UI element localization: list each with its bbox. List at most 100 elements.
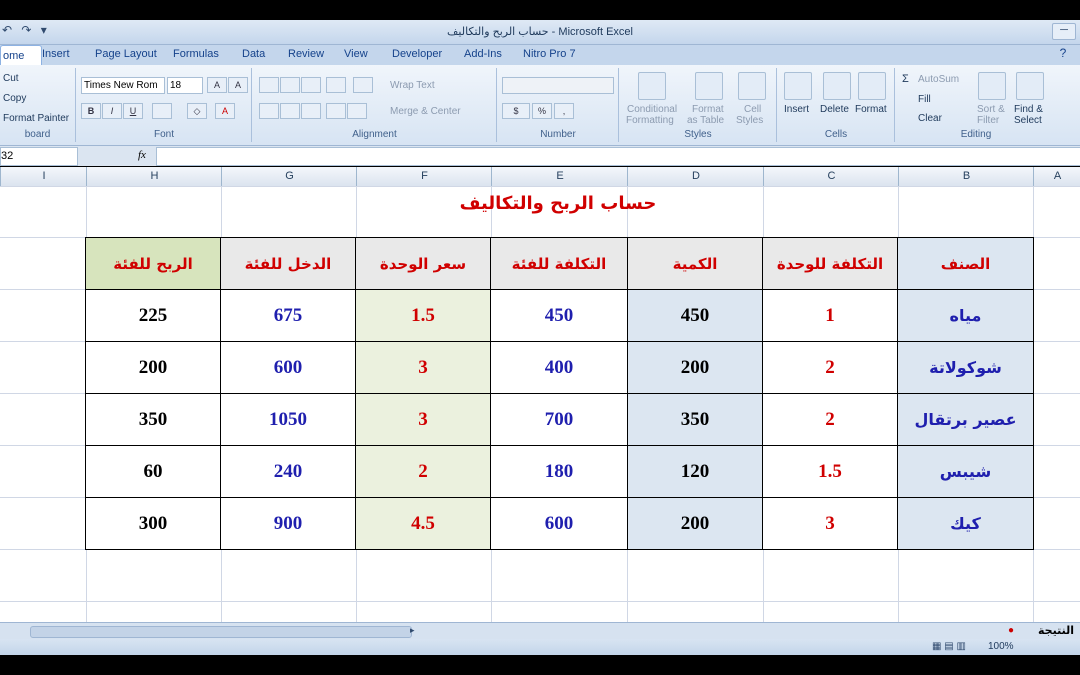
cell-quantity[interactable]: 200 <box>627 341 763 394</box>
autosum-button[interactable]: AutoSum <box>918 74 959 85</box>
wrap-text-button[interactable]: Wrap Text <box>390 80 435 91</box>
fill-color-icon[interactable]: ◇ <box>187 103 207 119</box>
header-item[interactable]: الصنف <box>897 237 1034 290</box>
conditional-formatting-icon[interactable] <box>638 72 666 100</box>
scroll-right-icon[interactable]: ▸ <box>410 625 415 636</box>
comma-icon[interactable]: , <box>554 103 574 119</box>
tab-developer[interactable]: Developer <box>392 48 442 60</box>
currency-icon[interactable]: $ <box>502 103 530 119</box>
underline-icon[interactable]: U <box>123 103 143 119</box>
cell-quantity[interactable]: 450 <box>627 289 763 342</box>
shrink-font-icon[interactable]: A <box>228 77 248 93</box>
delete-cells-icon[interactable] <box>823 72 851 100</box>
cell-item[interactable]: مياه <box>897 289 1034 342</box>
cell-styles-icon[interactable] <box>738 72 766 100</box>
cell-income[interactable]: 1050 <box>220 393 356 446</box>
column-header-g[interactable]: G <box>221 167 357 186</box>
cell-unit-cost[interactable]: 1 <box>762 289 898 342</box>
percent-icon[interactable]: % <box>532 103 552 119</box>
cell-unit-price[interactable]: 4.5 <box>355 497 491 550</box>
cell-profit[interactable]: 200 <box>85 341 221 394</box>
cell-profit[interactable]: 350 <box>85 393 221 446</box>
tab-page-layout[interactable]: Page Layout <box>95 48 157 60</box>
help-icon[interactable]: ? <box>1052 46 1074 63</box>
insert-cells-icon[interactable] <box>784 72 812 100</box>
cell-item[interactable]: شيبس <box>897 445 1034 498</box>
sort-filter-label[interactable]: Sort & <box>977 104 1005 115</box>
sort-filter-icon[interactable] <box>978 72 1006 100</box>
tab-data[interactable]: Data <box>242 48 265 60</box>
orientation-icon[interactable] <box>326 77 346 93</box>
copy-button[interactable]: Copy <box>3 93 26 104</box>
insert-cells-button[interactable]: Insert <box>784 104 809 115</box>
cell-quantity[interactable]: 350 <box>627 393 763 446</box>
find-select-icon[interactable] <box>1016 72 1044 100</box>
minimize-button[interactable]: ─ <box>1052 23 1076 40</box>
cell-quantity[interactable]: 120 <box>627 445 763 498</box>
font-size-select[interactable]: 18 <box>167 77 203 94</box>
view-buttons-icon[interactable]: ▦ ▤ ▥ <box>932 641 966 652</box>
sort-filter-label2[interactable]: Filter <box>977 115 999 126</box>
header-category-cost[interactable]: التكلفة للفئة <box>490 237 628 290</box>
cell-unit-price[interactable]: 2 <box>355 445 491 498</box>
cell-unit-price[interactable]: 1.5 <box>355 289 491 342</box>
horizontal-scrollbar[interactable] <box>30 626 412 638</box>
column-header-i[interactable]: I <box>0 167 87 186</box>
cell-income[interactable]: 675 <box>220 289 356 342</box>
align-center-icon[interactable] <box>280 103 300 119</box>
tab-view[interactable]: View <box>344 48 368 60</box>
format-cells-icon[interactable] <box>858 72 886 100</box>
header-quantity[interactable]: الكمية <box>627 237 763 290</box>
format-as-table-icon[interactable] <box>695 72 723 100</box>
name-box[interactable]: 32 <box>0 147 78 166</box>
format-cells-button[interactable]: Format <box>855 104 887 115</box>
column-header-a[interactable]: A <box>1033 167 1080 186</box>
font-name-select[interactable]: Times New Rom <box>81 77 165 94</box>
autosum-icon[interactable]: Σ <box>902 73 909 85</box>
cell-unit-cost[interactable]: 3 <box>762 497 898 550</box>
cell-unit-price[interactable]: 3 <box>355 341 491 394</box>
align-middle-icon[interactable] <box>280 77 300 93</box>
number-format-select[interactable] <box>502 77 614 94</box>
align-top-icon[interactable] <box>259 77 279 93</box>
cell-unit-cost[interactable]: 1.5 <box>762 445 898 498</box>
sheet-tab-results[interactable]: النتيجة <box>1038 624 1074 637</box>
column-header-e[interactable]: E <box>491 167 628 186</box>
font-color-icon[interactable]: A <box>215 103 235 119</box>
cell-category-cost[interactable]: 400 <box>490 341 628 394</box>
decrease-indent-icon[interactable] <box>326 103 346 119</box>
find-select-label2[interactable]: Select <box>1014 115 1042 126</box>
zoom-level[interactable]: 100% <box>988 641 1014 652</box>
merge-center-button[interactable]: Merge & Center <box>390 106 461 117</box>
increase-indent-icon[interactable] <box>347 103 367 119</box>
tab-formulas[interactable]: Formulas <box>173 48 219 60</box>
tab-insert[interactable]: Insert <box>42 48 70 60</box>
delete-cells-button[interactable]: Delete <box>820 104 849 115</box>
fill-button[interactable]: Fill <box>918 94 931 105</box>
align-right-icon[interactable] <box>301 103 321 119</box>
tab-nitro-pro[interactable]: Nitro Pro 7 <box>523 48 576 60</box>
cell-income[interactable]: 240 <box>220 445 356 498</box>
grow-font-icon[interactable]: A <box>207 77 227 93</box>
insert-function-icon[interactable]: fx <box>80 147 154 164</box>
cell-income[interactable]: 600 <box>220 341 356 394</box>
cell-income[interactable]: 900 <box>220 497 356 550</box>
tab-add-ins[interactable]: Add-Ins <box>464 48 502 60</box>
cell-quantity[interactable]: 200 <box>627 497 763 550</box>
find-select-label[interactable]: Find & <box>1014 104 1043 115</box>
tab-review[interactable]: Review <box>288 48 324 60</box>
borders-icon[interactable] <box>152 103 172 119</box>
column-header-h[interactable]: H <box>86 167 222 186</box>
column-header-d[interactable]: D <box>627 167 764 186</box>
header-profit[interactable]: الربح للفئة <box>85 237 221 290</box>
cell-profit[interactable]: 225 <box>85 289 221 342</box>
cell-item[interactable]: شوكولاتة <box>897 341 1034 394</box>
format-painter-button[interactable]: Format Painter <box>3 113 69 124</box>
formula-input[interactable] <box>156 147 1080 166</box>
cell-category-cost[interactable]: 180 <box>490 445 628 498</box>
header-unit-cost[interactable]: التكلفة للوحدة <box>762 237 898 290</box>
cell-category-cost[interactable]: 700 <box>490 393 628 446</box>
column-header-b[interactable]: B <box>898 167 1034 186</box>
text-direction-icon[interactable] <box>353 77 373 93</box>
cell-category-cost[interactable]: 450 <box>490 289 628 342</box>
